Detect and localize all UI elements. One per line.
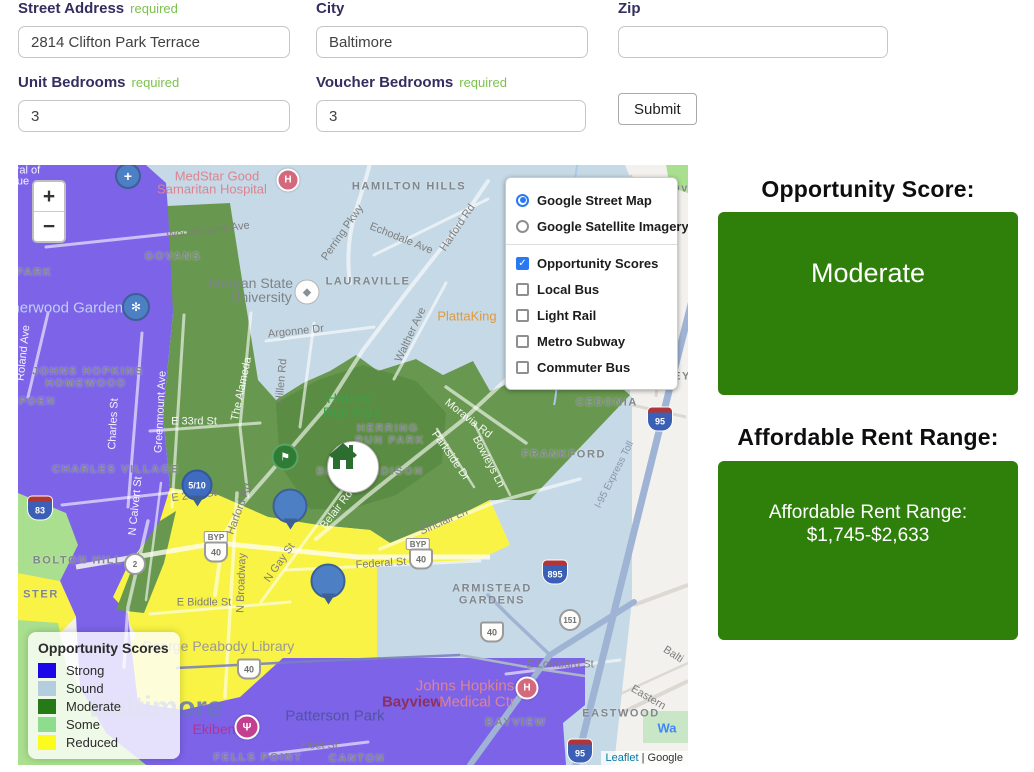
overlay-option-light-rail[interactable]: Light Rail bbox=[516, 302, 667, 328]
street-address-field-group: Street Address required bbox=[18, 0, 290, 58]
required-badge: required bbox=[132, 75, 180, 90]
zip-label: Zip bbox=[618, 0, 641, 17]
submit-button[interactable]: Submit bbox=[618, 93, 697, 125]
street-address-label: Street Address bbox=[18, 0, 124, 17]
leaflet-attribution-link[interactable]: Leaflet bbox=[606, 752, 639, 764]
overlay-option-local-bus[interactable]: Local Bus bbox=[516, 276, 667, 302]
unit-bedrooms-input[interactable] bbox=[18, 100, 290, 132]
overlay-option-commuter-bus[interactable]: Commuter Bus bbox=[516, 354, 667, 380]
overlay-option-metro-subway[interactable]: Metro Subway bbox=[516, 328, 667, 354]
overlay-label: Local Bus bbox=[537, 282, 599, 297]
city-input[interactable] bbox=[316, 26, 588, 58]
map-legend: Opportunity Scores Strong Sound Moderate So… bbox=[28, 632, 180, 759]
restaurant-icon[interactable]: Ψ bbox=[235, 715, 260, 740]
legend-swatch bbox=[38, 717, 56, 732]
map[interactable]: MedStar GoodSamaritan HospitalHAMILTON H… bbox=[18, 165, 688, 765]
legend-item-moderate: Moderate bbox=[38, 697, 170, 715]
legend-label: Moderate bbox=[66, 699, 121, 714]
voucher-bedrooms-label: Voucher Bedrooms bbox=[316, 74, 453, 91]
legend-label: Strong bbox=[66, 663, 104, 678]
google-attribution-link[interactable]: Google bbox=[648, 752, 683, 764]
legend-label: Sound bbox=[66, 681, 104, 696]
score-box: Moderate bbox=[718, 212, 1018, 395]
map-zoom-control: + − bbox=[32, 180, 66, 243]
legend-swatch bbox=[38, 663, 56, 678]
overlay-label: Light Rail bbox=[537, 308, 596, 323]
legend-swatch bbox=[38, 699, 56, 714]
hospital-icon[interactable]: H bbox=[277, 169, 300, 192]
map-layers-control: Google Street Map Google Satellite Imager… bbox=[505, 177, 678, 390]
city-label: City bbox=[316, 0, 344, 17]
garden-icon[interactable]: ✻ bbox=[122, 293, 150, 321]
hospital-icon[interactable]: H bbox=[516, 677, 539, 700]
street-address-input[interactable] bbox=[18, 26, 290, 58]
zoom-in-button[interactable]: + bbox=[34, 182, 64, 212]
layers-control-divider bbox=[506, 244, 677, 245]
base-layer-option-google-satellite-imagery[interactable]: Google Satellite Imagery bbox=[516, 213, 667, 239]
base-layer-option-google-street-map[interactable]: Google Street Map bbox=[516, 187, 667, 213]
legend-swatch bbox=[38, 681, 56, 696]
unit-bedrooms-label: Unit Bedrooms bbox=[18, 74, 126, 91]
legend-item-strong: Strong bbox=[38, 661, 170, 679]
base-layer-label: Google Satellite Imagery bbox=[537, 219, 688, 234]
legend-item-sound: Sound bbox=[38, 679, 170, 697]
rent-box: Affordable Rent Range: $1,745-$2,633 bbox=[718, 461, 1018, 640]
legend-title: Opportunity Scores bbox=[38, 640, 170, 656]
rent-line1: Affordable Rent Range: bbox=[718, 501, 1018, 524]
map-pin-marker[interactable] bbox=[273, 489, 308, 524]
zip-field-group: Zip bbox=[618, 0, 888, 58]
legend-label: Some bbox=[66, 717, 100, 732]
legend-item-reduced: Reduced bbox=[38, 733, 170, 751]
rent-range-heading: Affordable Rent Range: bbox=[718, 424, 1018, 451]
required-badge: required bbox=[459, 75, 507, 90]
checkbox-icon[interactable] bbox=[516, 309, 529, 322]
attribution-separator: | bbox=[642, 752, 645, 764]
legend-label: Reduced bbox=[66, 735, 118, 750]
overlay-label: Opportunity Scores bbox=[537, 256, 658, 271]
overlay-option-opportunity-scores[interactable]: ✓ Opportunity Scores bbox=[516, 250, 667, 276]
checkbox-icon[interactable]: ✓ bbox=[516, 257, 529, 270]
legend-item-some: Some bbox=[38, 715, 170, 733]
checkbox-icon[interactable] bbox=[516, 283, 529, 296]
score-pin-marker[interactable]: 5/10 bbox=[182, 470, 213, 501]
radio-icon[interactable] bbox=[516, 194, 529, 207]
voucher-bedrooms-field-group: Voucher Bedrooms required bbox=[316, 74, 586, 132]
rent-line2: $1,745-$2,633 bbox=[718, 524, 1018, 547]
university-icon[interactable]: ◆ bbox=[295, 280, 320, 305]
page: Street Address required City Zip Unit Bed… bbox=[0, 0, 1034, 772]
city-field-group: City bbox=[316, 0, 588, 58]
checkbox-icon[interactable] bbox=[516, 361, 529, 374]
overlay-label: Metro Subway bbox=[537, 334, 625, 349]
overlay-label: Commuter Bus bbox=[537, 360, 630, 375]
zip-input[interactable] bbox=[618, 26, 888, 58]
map-attribution: Leaflet | Google bbox=[601, 751, 689, 765]
radio-icon[interactable] bbox=[516, 220, 529, 233]
checkbox-icon[interactable] bbox=[516, 335, 529, 348]
score-value: Moderate bbox=[718, 258, 1018, 289]
home-address-marker[interactable] bbox=[327, 441, 379, 493]
required-badge: required bbox=[130, 1, 178, 16]
zoom-out-button[interactable]: − bbox=[34, 212, 64, 241]
legend-swatch bbox=[38, 735, 56, 750]
base-layer-label: Google Street Map bbox=[537, 193, 652, 208]
map-pin-marker[interactable] bbox=[311, 564, 346, 599]
opportunity-score-heading: Opportunity Score: bbox=[718, 176, 1018, 203]
house-icon bbox=[328, 442, 358, 470]
golf-course-icon[interactable]: ⚑ bbox=[272, 444, 299, 471]
unit-bedrooms-field-group: Unit Bedrooms required bbox=[18, 74, 290, 132]
voucher-bedrooms-input[interactable] bbox=[316, 100, 586, 132]
